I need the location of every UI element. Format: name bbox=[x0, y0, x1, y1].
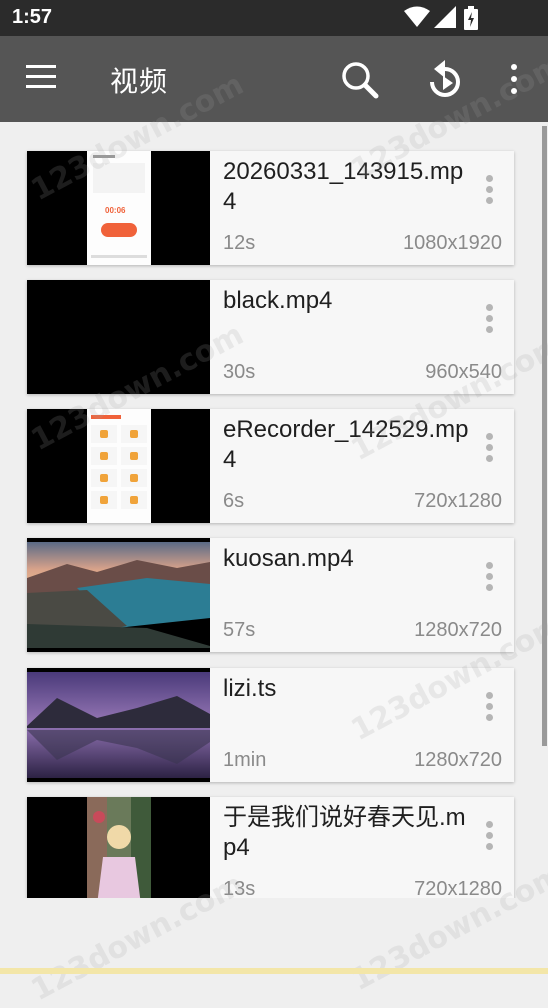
video-thumbnail bbox=[27, 668, 210, 782]
item-more-icon[interactable] bbox=[484, 821, 494, 853]
video-resolution: 960x540 bbox=[425, 361, 502, 383]
item-more-icon[interactable] bbox=[484, 692, 494, 724]
video-duration: 12s bbox=[223, 232, 256, 254]
item-more-icon[interactable] bbox=[484, 562, 494, 594]
video-resolution: 1280x720 bbox=[414, 619, 502, 641]
status-time: 1:57 bbox=[12, 6, 53, 28]
video-duration: 30s bbox=[223, 361, 256, 383]
more-vert-icon[interactable] bbox=[506, 64, 522, 98]
video-resolution: 720x1280 bbox=[414, 490, 502, 512]
video-duration: 1min bbox=[223, 749, 267, 771]
list-item[interactable]: 00:06 20260331_143915.mp4 12s 1080x1920 bbox=[27, 151, 514, 265]
video-thumbnail bbox=[27, 538, 210, 652]
video-thumbnail bbox=[27, 797, 210, 898]
list-item[interactable]: lizi.ts 1min 1280x720 bbox=[27, 668, 514, 782]
video-duration: 57s bbox=[223, 619, 256, 641]
signal-icon bbox=[434, 6, 456, 28]
video-resolution: 1080x1920 bbox=[403, 232, 502, 254]
replay-icon[interactable] bbox=[424, 56, 466, 100]
app-bar: 视频 bbox=[0, 36, 548, 122]
list-item[interactable]: 于是我们说好春天见.mp4 13s 720x1280 bbox=[27, 797, 514, 898]
video-name: lizi.ts bbox=[223, 675, 277, 702]
video-resolution: 720x1280 bbox=[414, 878, 502, 898]
menu-icon[interactable] bbox=[26, 65, 58, 93]
item-more-icon[interactable] bbox=[484, 433, 494, 465]
list-item[interactable]: black.mp4 30s 960x540 bbox=[27, 280, 514, 394]
video-duration: 6s bbox=[223, 490, 245, 512]
video-name: black.mp4 bbox=[223, 287, 333, 314]
video-name: eRecorder_142529.mp4 bbox=[223, 416, 469, 473]
video-list: 00:06 20260331_143915.mp4 12s 1080x1920 … bbox=[0, 122, 548, 898]
list-item[interactable]: kuosan.mp4 57s 1280x720 bbox=[27, 538, 514, 652]
video-thumbnail: 00:06 bbox=[27, 151, 210, 265]
video-name: kuosan.mp4 bbox=[223, 545, 354, 572]
item-more-icon[interactable] bbox=[484, 175, 494, 207]
battery-icon bbox=[464, 6, 478, 30]
video-duration: 13s bbox=[223, 878, 256, 898]
page-title: 视频 bbox=[110, 65, 169, 98]
wifi-icon bbox=[404, 6, 430, 27]
video-thumbnail bbox=[27, 409, 210, 523]
video-name: 20260331_143915.mp4 bbox=[223, 158, 464, 215]
search-icon[interactable] bbox=[340, 60, 380, 100]
list-item[interactable]: eRecorder_142529.mp4 6s 720x1280 bbox=[27, 409, 514, 523]
video-name: 于是我们说好春天见.mp4 bbox=[223, 804, 466, 861]
bottom-strip bbox=[0, 968, 548, 974]
status-bar: 1:57 bbox=[0, 0, 548, 36]
item-more-icon[interactable] bbox=[484, 304, 494, 336]
scrollbar[interactable] bbox=[542, 126, 547, 746]
video-resolution: 1280x720 bbox=[414, 749, 502, 771]
video-thumbnail bbox=[27, 280, 210, 394]
